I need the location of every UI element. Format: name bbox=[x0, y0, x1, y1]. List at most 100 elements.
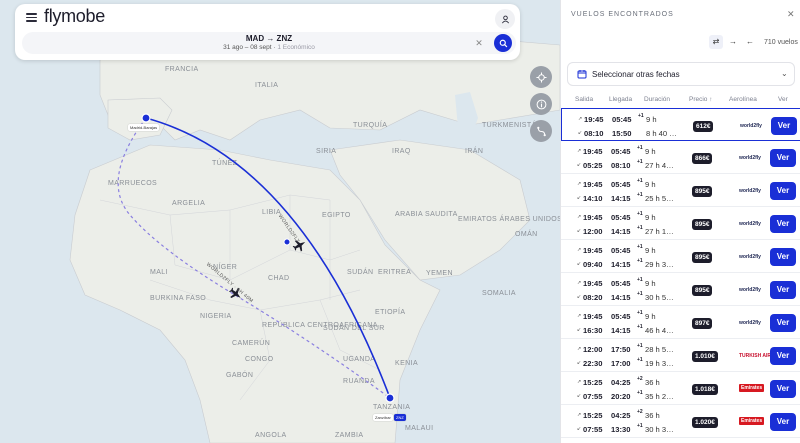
chevron-down-icon: ⌄ bbox=[781, 69, 788, 78]
day-offset: +2 bbox=[637, 409, 643, 415]
departure-arrow-icon: ↗ bbox=[577, 247, 582, 253]
select-dates-label: Seleccionar otras fechas bbox=[592, 70, 680, 79]
departure-arrow-icon: ↗ bbox=[577, 181, 582, 187]
search-icon[interactable] bbox=[494, 34, 512, 52]
duration: 28 h 5… bbox=[645, 345, 674, 354]
duration: 27 h 1… bbox=[645, 227, 674, 236]
view-flight-button[interactable]: Ver bbox=[770, 314, 796, 332]
swap-direction-icon[interactable]: ⇄ bbox=[709, 35, 723, 49]
departure-time: 09:40 bbox=[583, 260, 603, 269]
arrival-time: 05:45 bbox=[611, 312, 631, 321]
duration: 36 h bbox=[645, 378, 660, 387]
view-flight-button[interactable]: Ver bbox=[770, 281, 796, 299]
duration: 9 h bbox=[645, 213, 656, 222]
departure-time: 07:55 bbox=[583, 425, 603, 434]
duration: 9 h bbox=[645, 147, 656, 156]
arrival-time: 05:45 bbox=[611, 213, 631, 222]
day-offset: +1 bbox=[637, 390, 643, 396]
flight-row[interactable]: ↗ 19:45 05:45 +1 9 h ↙ 14:10 14:15 +1 25 h 5… 895€… bbox=[561, 174, 800, 207]
arrival-time: 14:15 bbox=[611, 194, 631, 203]
flight-row[interactable]: ↗ 19:45 05:45 +1 9 h ↙ 08:20 14:15 +1 30 h 5… 895€… bbox=[561, 273, 800, 306]
map-view[interactable]: FRANCIA ITALIA TURQUÍA TURKMENISTÁN SIRIA IRA… bbox=[0, 0, 560, 443]
return-arrow-icon: ↙ bbox=[577, 162, 582, 168]
close-icon[interactable]: ✕ bbox=[472, 36, 486, 50]
flight-row[interactable]: ↗ 15:25 04:25 +2 36 h ↙ 07:55 20:20 +1 35 h 2… 1.0… bbox=[561, 372, 800, 405]
day-offset: +1 bbox=[637, 310, 643, 316]
column-header[interactable]: Aerolínea bbox=[729, 96, 757, 103]
arrival-time: 05:45 bbox=[611, 147, 631, 156]
duration: 9 h bbox=[645, 279, 656, 288]
flight-row[interactable]: ↗ 19:45 05:45 +1 9 h ↙ 05:25 08:10 +1 27 h 4… 866€… bbox=[561, 141, 800, 174]
airline-logo: Emirates bbox=[739, 384, 765, 392]
price-badge: 895€ bbox=[692, 252, 713, 263]
airline-logo: world2fly bbox=[739, 320, 761, 326]
flight-row[interactable]: ↗ 19:45 05:45 +1 9 h ↙ 08:10 15:50 8 h 40 … 612€ w… bbox=[561, 108, 800, 141]
departure-arrow-icon: ↗ bbox=[577, 313, 582, 319]
route-dates: 31 ago – 08 sept bbox=[223, 44, 272, 51]
day-offset: +1 bbox=[637, 277, 643, 283]
arrow-right-icon[interactable]: → bbox=[726, 35, 740, 49]
user-icon[interactable] bbox=[495, 9, 515, 29]
app-logo[interactable]: flymobe bbox=[44, 6, 105, 27]
view-flight-button[interactable]: Ver bbox=[770, 248, 796, 266]
duration: 9 h bbox=[645, 246, 656, 255]
column-header[interactable]: Precio ↑ bbox=[689, 96, 712, 103]
results-count: 710 vuelos bbox=[764, 39, 798, 46]
duration: 29 h 3… bbox=[645, 260, 674, 269]
departure-arrow-icon: ↗ bbox=[578, 116, 583, 122]
price-badge: 897€ bbox=[692, 318, 713, 329]
menu-icon[interactable] bbox=[26, 13, 37, 22]
arrival-time: 14:15 bbox=[611, 260, 631, 269]
destination-label[interactable]: Zanzíbar bbox=[373, 414, 393, 421]
arrival-time: 15:50 bbox=[612, 129, 632, 138]
duration: 46 h 4… bbox=[645, 326, 674, 335]
return-arrow-icon: ↙ bbox=[577, 261, 582, 267]
departure-time: 19:45 bbox=[583, 312, 603, 321]
view-flight-button[interactable]: Ver bbox=[770, 347, 796, 365]
airline-logo: world2fly bbox=[740, 123, 762, 129]
view-flight-button[interactable]: Ver bbox=[770, 413, 796, 431]
view-flight-button[interactable]: Ver bbox=[770, 182, 796, 200]
duration: 9 h bbox=[645, 312, 656, 321]
arrival-time: 05:45 bbox=[611, 246, 631, 255]
view-flight-button[interactable]: Ver bbox=[770, 380, 796, 398]
price-badge: 1.020€ bbox=[692, 417, 718, 428]
select-dates-button[interactable]: Seleccionar otras fechas ⌄ bbox=[567, 62, 795, 86]
duration: 8 h 40 … bbox=[646, 129, 677, 138]
flight-row[interactable]: ↗ 19:45 05:45 +1 9 h ↙ 09:40 14:15 +1 29 h 3… 895€… bbox=[561, 240, 800, 273]
return-arrow-icon: ↙ bbox=[577, 426, 582, 432]
arrow-left-icon[interactable]: ← bbox=[743, 35, 757, 49]
duration: 19 h 3… bbox=[645, 359, 674, 368]
departure-time: 16:30 bbox=[583, 326, 603, 335]
departure-arrow-icon: ↗ bbox=[577, 379, 582, 385]
route-summary[interactable]: MAD → ZNZ 31 ago – 08 sept · 1 Económico bbox=[22, 32, 516, 54]
view-flight-button[interactable]: Ver bbox=[770, 149, 796, 167]
locate-icon[interactable] bbox=[530, 66, 552, 88]
return-arrow-icon: ↙ bbox=[577, 294, 582, 300]
arrival-time: 04:25 bbox=[611, 378, 631, 387]
route-midpoint-marker bbox=[283, 238, 291, 246]
day-offset: +1 bbox=[637, 244, 643, 250]
flight-row[interactable]: ↗ 19:45 05:45 +1 9 h ↙ 16:30 14:15 +1 46 h 4… 897€… bbox=[561, 306, 800, 339]
flight-row[interactable]: ↗ 15:25 04:25 +2 36 h ↙ 07:55 13:30 +1 30 h 3… 1.0… bbox=[561, 405, 800, 438]
view-flight-button[interactable]: Ver bbox=[770, 215, 796, 233]
departure-time: 12:00 bbox=[583, 227, 603, 236]
column-header[interactable]: Duración bbox=[644, 96, 670, 103]
info-icon[interactable] bbox=[530, 93, 552, 115]
duration: 9 h bbox=[646, 115, 657, 124]
origin-label[interactable]: Madrid-Barajas bbox=[128, 124, 160, 131]
return-arrow-icon: ↙ bbox=[577, 360, 582, 366]
return-arrow-icon: ↙ bbox=[577, 228, 582, 234]
column-header[interactable]: Salida bbox=[575, 96, 593, 103]
day-offset: +1 bbox=[637, 258, 643, 264]
airline-logo: world2fly bbox=[739, 188, 761, 194]
flight-row[interactable]: ↗ 12:00 17:50 +1 28 h 5… ↙ 22:30 17:00 +1 19 h 3…… bbox=[561, 339, 800, 372]
departure-arrow-icon: ↗ bbox=[577, 412, 582, 418]
close-icon[interactable]: ✕ bbox=[787, 9, 795, 20]
route-icon[interactable] bbox=[530, 120, 552, 142]
flight-row[interactable]: ↗ 19:45 05:45 +1 9 h ↙ 12:00 14:15 +1 27 h 1… 895€… bbox=[561, 207, 800, 240]
column-header[interactable]: Llegada bbox=[609, 96, 632, 103]
view-flight-button[interactable]: Ver bbox=[771, 117, 797, 135]
outbound-route-line bbox=[117, 117, 391, 399]
airline-logo: Emirates bbox=[739, 417, 765, 425]
